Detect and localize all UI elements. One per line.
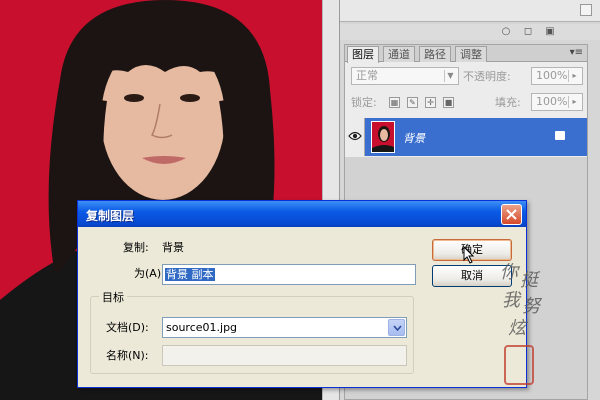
close-icon bbox=[506, 209, 517, 220]
watermark-char: 我 bbox=[502, 290, 520, 311]
as-input[interactable]: 背景 副本 bbox=[162, 264, 416, 285]
mouse-cursor-icon bbox=[463, 246, 475, 264]
name-input[interactable] bbox=[162, 345, 407, 366]
as-input-value: 背景 副本 bbox=[165, 268, 215, 281]
blend-mode-select[interactable]: 正常 ▼ bbox=[351, 67, 459, 85]
tab-channels[interactable]: 通道 bbox=[383, 46, 415, 62]
fill-label: 填充: bbox=[495, 96, 521, 109]
close-button[interactable] bbox=[501, 204, 522, 225]
copy-value: 背景 bbox=[162, 241, 184, 254]
trash-icon[interactable]: ▣ bbox=[544, 26, 556, 38]
lock-label: 锁定: bbox=[351, 96, 377, 109]
layers-tabs: 图层 通道 路径 调整 ▾≡ bbox=[345, 45, 587, 63]
document-label: 文档(D): bbox=[106, 321, 149, 334]
tab-layers[interactable]: 图层 bbox=[347, 46, 379, 63]
visibility-toggle[interactable] bbox=[345, 118, 365, 156]
copy-label: 复制: bbox=[123, 241, 149, 254]
tab-paths[interactable]: 路径 bbox=[419, 46, 451, 62]
target-group-label: 目标 bbox=[99, 289, 127, 305]
lock-all-icon[interactable]: ■ bbox=[443, 97, 454, 108]
fill-value: 100% bbox=[536, 95, 568, 108]
opacity-input[interactable]: 100% ▸ bbox=[531, 67, 583, 85]
new-icon[interactable]: ◻ bbox=[522, 26, 534, 38]
lock-transparent-icon[interactable]: ▦ bbox=[389, 97, 400, 108]
scroll-up-button[interactable] bbox=[580, 4, 592, 16]
fill-input[interactable]: 100% ▸ bbox=[531, 93, 583, 111]
lock-position-icon[interactable]: ✛ bbox=[425, 97, 436, 108]
layer-thumbnail bbox=[371, 121, 395, 153]
as-label: 为(A): bbox=[134, 267, 165, 280]
watermark-char: 挺 bbox=[520, 270, 538, 291]
chevron-down-icon bbox=[393, 325, 402, 331]
blend-row: 正常 ▼ 不透明度: 100% ▸ bbox=[345, 67, 587, 89]
opacity-value: 100% bbox=[536, 69, 568, 82]
layer-row-background[interactable]: 背景 bbox=[345, 118, 587, 156]
layer-name: 背景 bbox=[403, 132, 425, 145]
eye-icon bbox=[348, 131, 362, 141]
opacity-label: 不透明度: bbox=[463, 70, 511, 83]
panel-icon-bar: ○ ◻ ▣ bbox=[340, 24, 600, 40]
chevron-right-icon: ▸ bbox=[568, 96, 580, 108]
lock-pixels-icon[interactable]: ✎ bbox=[407, 97, 418, 108]
tab-adjustments[interactable]: 调整 bbox=[455, 46, 487, 62]
lock-row: 锁定: ▦ ✎ ✛ ■ 填充: 100% ▸ bbox=[345, 93, 587, 115]
dropdown-button[interactable] bbox=[388, 319, 405, 336]
panel-menu-icon[interactable]: ▾≡ bbox=[570, 47, 583, 58]
chevron-down-icon: ▼ bbox=[444, 70, 456, 82]
dialog-title: 复制图层 bbox=[86, 209, 135, 223]
watermark-char: 你 bbox=[500, 262, 518, 283]
seal-stamp bbox=[504, 345, 534, 385]
watermark-char: 炫 bbox=[508, 318, 526, 339]
dialog-titlebar[interactable]: 复制图层 bbox=[78, 201, 526, 227]
document-select[interactable]: source01.jpg bbox=[162, 317, 407, 338]
name-label: 名称(N): bbox=[106, 349, 149, 362]
document-value: source01.jpg bbox=[166, 321, 238, 334]
link-icon[interactable]: ○ bbox=[500, 26, 512, 38]
lock-icon bbox=[555, 131, 565, 140]
blend-mode-value: 正常 bbox=[356, 69, 378, 82]
chevron-right-icon: ▸ bbox=[568, 70, 580, 82]
duplicate-layer-dialog: 复制图层 复制: 背景 为(A): 背景 副本 目标 文档(D): source… bbox=[77, 200, 527, 388]
app-window: ○ ◻ ▣ 图层 通道 路径 调整 ▾≡ 正常 ▼ 不透明度: 100% ▸ 锁… bbox=[0, 0, 600, 400]
top-panel bbox=[340, 0, 600, 22]
